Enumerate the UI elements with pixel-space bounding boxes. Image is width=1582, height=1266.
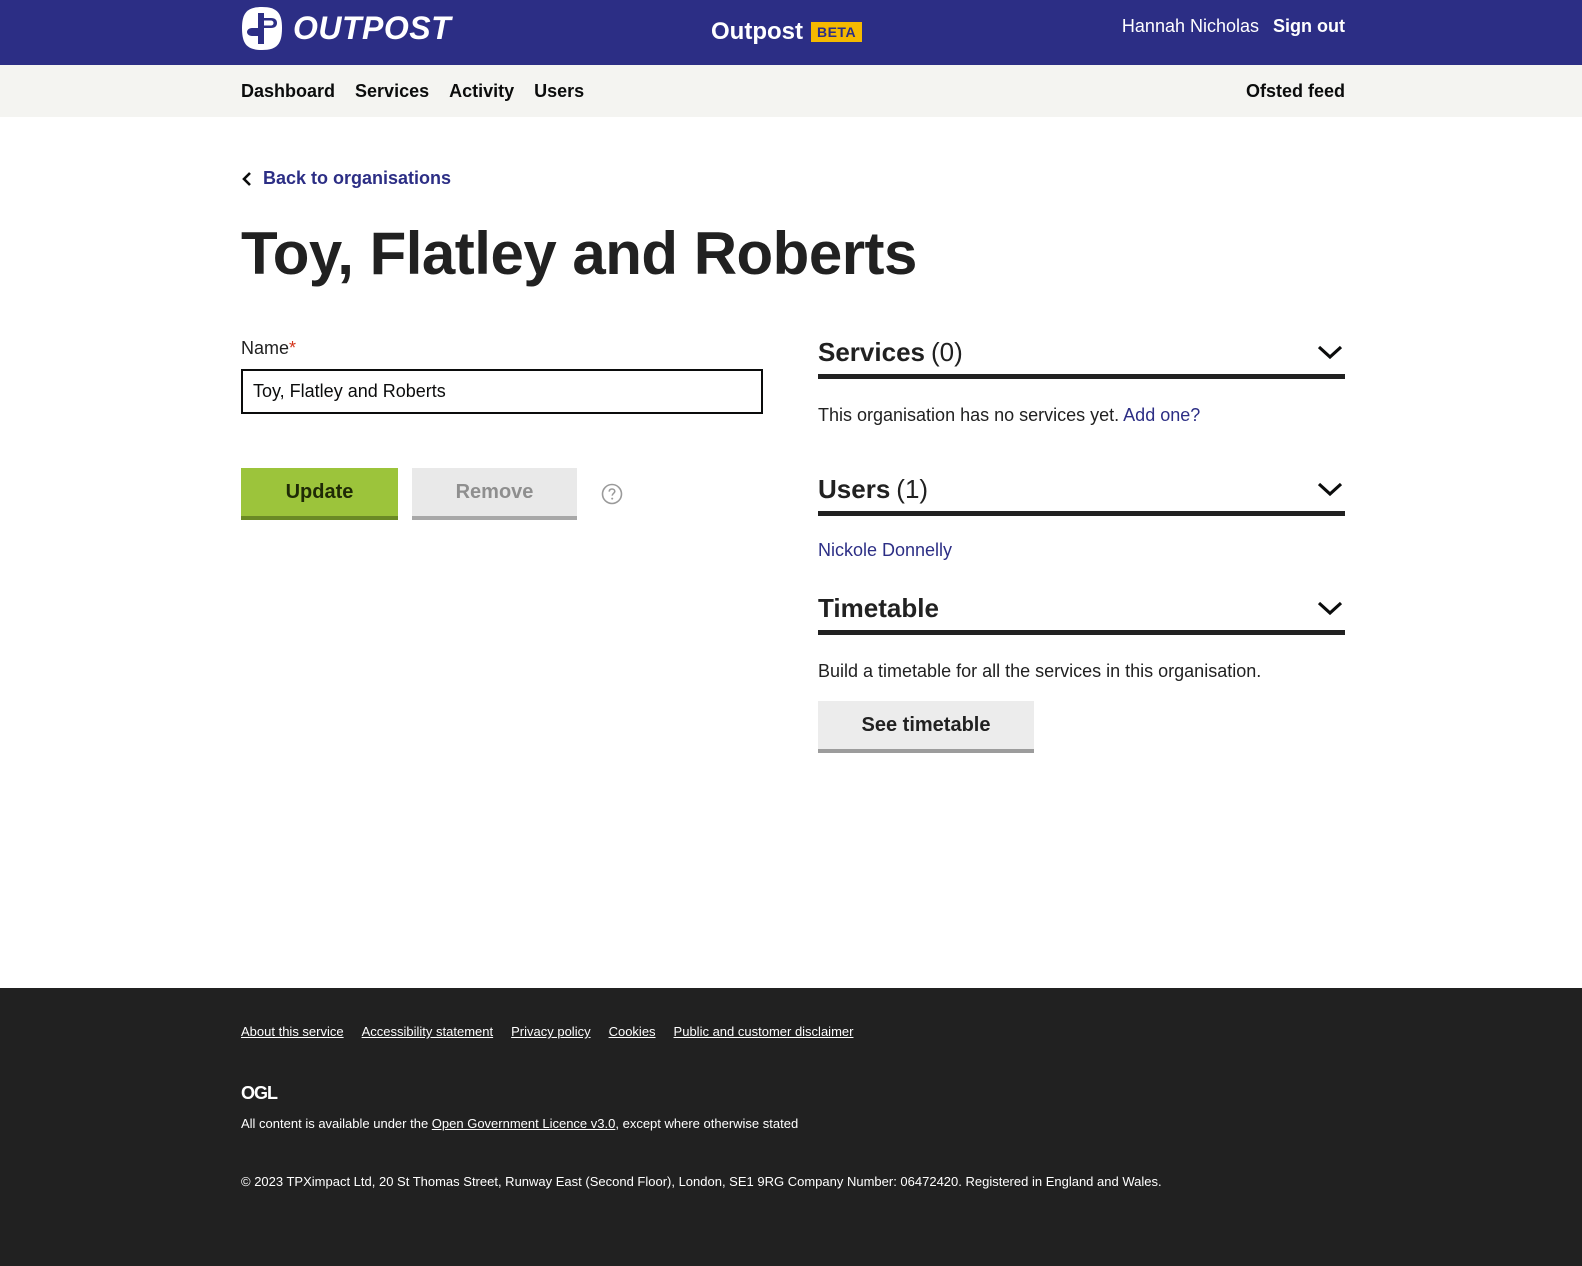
licence-text: All content is available under the Open … (241, 1116, 1345, 1131)
users-panel-header[interactable]: Users (1) (818, 467, 1345, 516)
beta-badge: BETA (810, 22, 863, 42)
organisation-panels: Services (0) This organisation has no ser… (818, 330, 1345, 753)
site-footer: About this service Accessibility stateme… (0, 988, 1582, 1266)
back-to-organisations-link[interactable]: Back to organisations (241, 168, 451, 189)
sign-out-link[interactable]: Sign out (1273, 16, 1345, 37)
licence-link[interactable]: Open Government Licence v3.0 (432, 1116, 616, 1131)
page-title: Toy, Flatley and Roberts (241, 220, 917, 287)
footer-link-accessibility[interactable]: Accessibility statement (362, 1024, 494, 1039)
add-service-link[interactable]: Add one? (1123, 405, 1200, 425)
ogl-logo-text: OGL (241, 1083, 278, 1101)
nav-item-users[interactable]: Users (534, 81, 584, 102)
user-area: Hannah Nicholas Sign out (1122, 16, 1345, 37)
service-title[interactable]: Outpost (711, 18, 803, 46)
footer-links: About this service Accessibility stateme… (241, 1024, 1345, 1039)
nav-item-activity[interactable]: Activity (449, 81, 514, 102)
required-marker: * (289, 338, 297, 358)
services-count: (0) (930, 336, 963, 367)
users-count: (1) (896, 473, 929, 504)
chevron-down-icon (1317, 345, 1343, 360)
users-panel-body: Nickole Donnelly (818, 540, 1345, 586)
services-panel-body: This organisation has no services yet. A… (818, 405, 1345, 467)
name-label-text: Name (241, 338, 290, 358)
back-link-label: Back to organisations (263, 168, 452, 188)
main-content: Back to organisations Toy, Flatley and R… (0, 117, 1582, 988)
services-panel-title: Services (0) (818, 337, 963, 368)
help-icon[interactable] (601, 483, 623, 505)
footer-link-disclaimer[interactable]: Public and customer disclaimer (674, 1024, 854, 1039)
services-title-text: Services (818, 336, 925, 367)
name-input[interactable] (241, 369, 763, 414)
chevron-left-icon (242, 171, 251, 186)
site-header: OUTPOST Outpost BETA Hannah Nicholas Sig… (0, 0, 1582, 65)
licence-prefix: All content is available under the (241, 1116, 432, 1131)
services-panel-header[interactable]: Services (0) (818, 330, 1345, 379)
chevron-down-icon (1317, 601, 1343, 616)
timetable-panel-body: Build a timetable for all the services i… (818, 661, 1345, 753)
logo-wordmark: OUTPOST (293, 10, 452, 46)
nav-item-services[interactable]: Services (355, 81, 429, 102)
name-label: Name* (241, 338, 763, 359)
nav-item-dashboard[interactable]: Dashboard (241, 81, 335, 102)
footer-link-privacy[interactable]: Privacy policy (511, 1024, 590, 1039)
footer-link-cookies[interactable]: Cookies (609, 1024, 656, 1039)
users-title-text: Users (818, 473, 891, 504)
outpost-logo[interactable]: OUTPOST (241, 6, 451, 51)
licence-suffix: , except where otherwise stated (615, 1116, 799, 1131)
user-link[interactable]: Nickole Donnelly (818, 540, 952, 560)
services-empty-text: This organisation has no services yet. (818, 405, 1120, 425)
form-actions: Update Remove (241, 468, 623, 520)
nav-item-ofsted-feed[interactable]: Ofsted feed (1246, 81, 1345, 102)
update-button[interactable]: Update (241, 468, 398, 520)
see-timetable-button[interactable]: See timetable (818, 701, 1034, 753)
timetable-description: Build a timetable for all the services i… (818, 661, 1262, 681)
timetable-panel-title: Timetable (818, 592, 939, 623)
primary-nav: Dashboard Services Activity Users Ofsted… (0, 65, 1582, 117)
service-name: Outpost BETA (711, 18, 863, 46)
ogl-logo-icon: OGL (241, 1083, 279, 1103)
users-panel-title: Users (1) (818, 474, 928, 505)
remove-button[interactable]: Remove (412, 468, 577, 520)
user-name: Hannah Nicholas (1121, 16, 1260, 36)
copyright-text: © 2023 TPXimpact Ltd, 20 St Thomas Stree… (241, 1174, 1162, 1189)
signpost-logo-icon (242, 7, 282, 50)
timetable-panel-header[interactable]: Timetable (818, 586, 1345, 635)
footer-link-about[interactable]: About this service (241, 1024, 344, 1039)
chevron-down-icon (1317, 482, 1343, 497)
organisation-form: Name* Update Remove (241, 338, 763, 520)
